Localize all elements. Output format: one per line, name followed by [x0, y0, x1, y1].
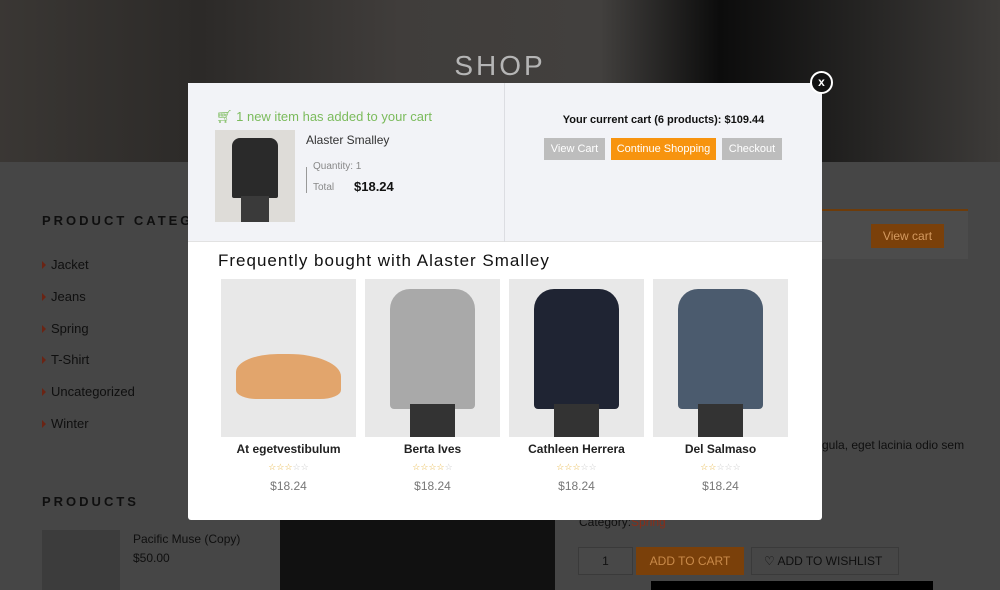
star-icon: ☆ — [292, 462, 301, 472]
item-thumbnail — [215, 130, 295, 222]
product-price: $18.24 — [270, 479, 307, 493]
add-to-wishlist-label: ADD TO WISHLIST — [777, 554, 883, 568]
category-tshirt[interactable]: T-Shirt — [42, 352, 89, 367]
products-heading: PRODUCTS — [42, 494, 139, 509]
product-price: $18.24 — [558, 479, 595, 493]
star-icon: ☆ — [732, 462, 741, 472]
star-icon: ☆ — [300, 462, 309, 472]
view-cart-link[interactable]: View cart — [871, 224, 944, 248]
close-button[interactable]: x — [810, 71, 833, 94]
star-icon: ☆ — [724, 462, 733, 472]
view-cart-button[interactable]: View Cart — [544, 138, 605, 160]
added-message: 1 new item has added to your cart — [236, 109, 432, 124]
product-image[interactable] — [509, 279, 644, 437]
category-uncategorized[interactable]: Uncategorized — [42, 384, 135, 399]
star-rating: ☆☆☆☆☆ — [221, 462, 356, 473]
product-image[interactable] — [653, 279, 788, 437]
star-icon: ☆ — [716, 462, 725, 472]
product-name[interactable]: At egetvestibulum — [221, 442, 356, 456]
product-card[interactable]: At egetvestibulum ☆☆☆☆☆ $18.24 — [221, 279, 356, 493]
continue-shopping-button[interactable]: Continue Shopping — [611, 138, 716, 160]
product-image — [280, 520, 555, 590]
star-icon: ☆ — [588, 462, 597, 472]
checkout-button[interactable]: Checkout — [722, 138, 782, 160]
product-name[interactable]: Del Salmaso — [653, 442, 788, 456]
category-jeans[interactable]: Jeans — [42, 289, 86, 304]
add-to-cart-button[interactable]: ADD TO CART — [636, 547, 744, 575]
product-description: gula, eget lacinia odio sem — [822, 438, 965, 452]
product-card[interactable]: Del Salmaso ☆☆☆☆☆ $18.24 — [653, 279, 788, 493]
category-winter[interactable]: Winter — [42, 416, 89, 431]
added-to-cart-modal: 🛒︎ 1 new item has added to your cart Ala… — [188, 83, 822, 520]
sidebar-product-thumb[interactable] — [42, 530, 120, 590]
product-image[interactable] — [365, 279, 500, 437]
quantity-input[interactable]: 1 — [578, 547, 633, 575]
star-icon: ☆ — [428, 462, 437, 472]
heart-icon: ♡ — [764, 554, 778, 568]
frequently-bought-title: Frequently bought with Alaster Smalley — [218, 251, 550, 270]
tooltip — [651, 581, 933, 590]
item-total: $18.24 — [354, 179, 394, 194]
sidebar-product-name[interactable]: Pacific Muse (Copy) — [133, 532, 240, 546]
item-name: Alaster Smalley — [306, 133, 390, 147]
category-spring[interactable]: Spring — [42, 321, 89, 336]
cart-icon: 🛒︎ — [216, 109, 237, 124]
item-quantity: Quantity: 1 — [313, 161, 362, 172]
product-name[interactable]: Berta Ives — [365, 442, 500, 456]
product-name[interactable]: Cathleen Herrera — [509, 442, 644, 456]
star-icon: ☆ — [572, 462, 581, 472]
star-rating: ☆☆☆☆☆ — [653, 462, 788, 473]
cart-summary: Your current cart (6 products): $109.44 — [562, 114, 765, 126]
category-jacket[interactable]: Jacket — [42, 257, 89, 272]
total-label: Total — [313, 182, 335, 193]
product-card[interactable]: Berta Ives ☆☆☆☆☆ $18.24 — [365, 279, 500, 493]
divider — [306, 167, 307, 193]
sidebar-product-price: $50.00 — [133, 551, 170, 565]
star-icon: ☆ — [436, 462, 445, 472]
add-to-wishlist-button[interactable]: ♡ ADD TO WISHLIST — [751, 547, 899, 575]
star-icon: ☆ — [444, 462, 453, 472]
star-icon: ☆ — [284, 462, 293, 472]
star-icon: ☆ — [580, 462, 589, 472]
product-price: $18.24 — [702, 479, 739, 493]
product-price: $18.24 — [414, 479, 451, 493]
product-card[interactable]: Cathleen Herrera ☆☆☆☆☆ $18.24 — [509, 279, 644, 493]
hero-title: SHOP — [454, 50, 546, 81]
star-rating: ☆☆☆☆☆ — [365, 462, 500, 473]
product-image[interactable] — [221, 279, 356, 437]
modal-top: 🛒︎ 1 new item has added to your cart Ala… — [188, 83, 822, 242]
star-rating: ☆☆☆☆☆ — [509, 462, 644, 473]
divider — [504, 83, 505, 242]
